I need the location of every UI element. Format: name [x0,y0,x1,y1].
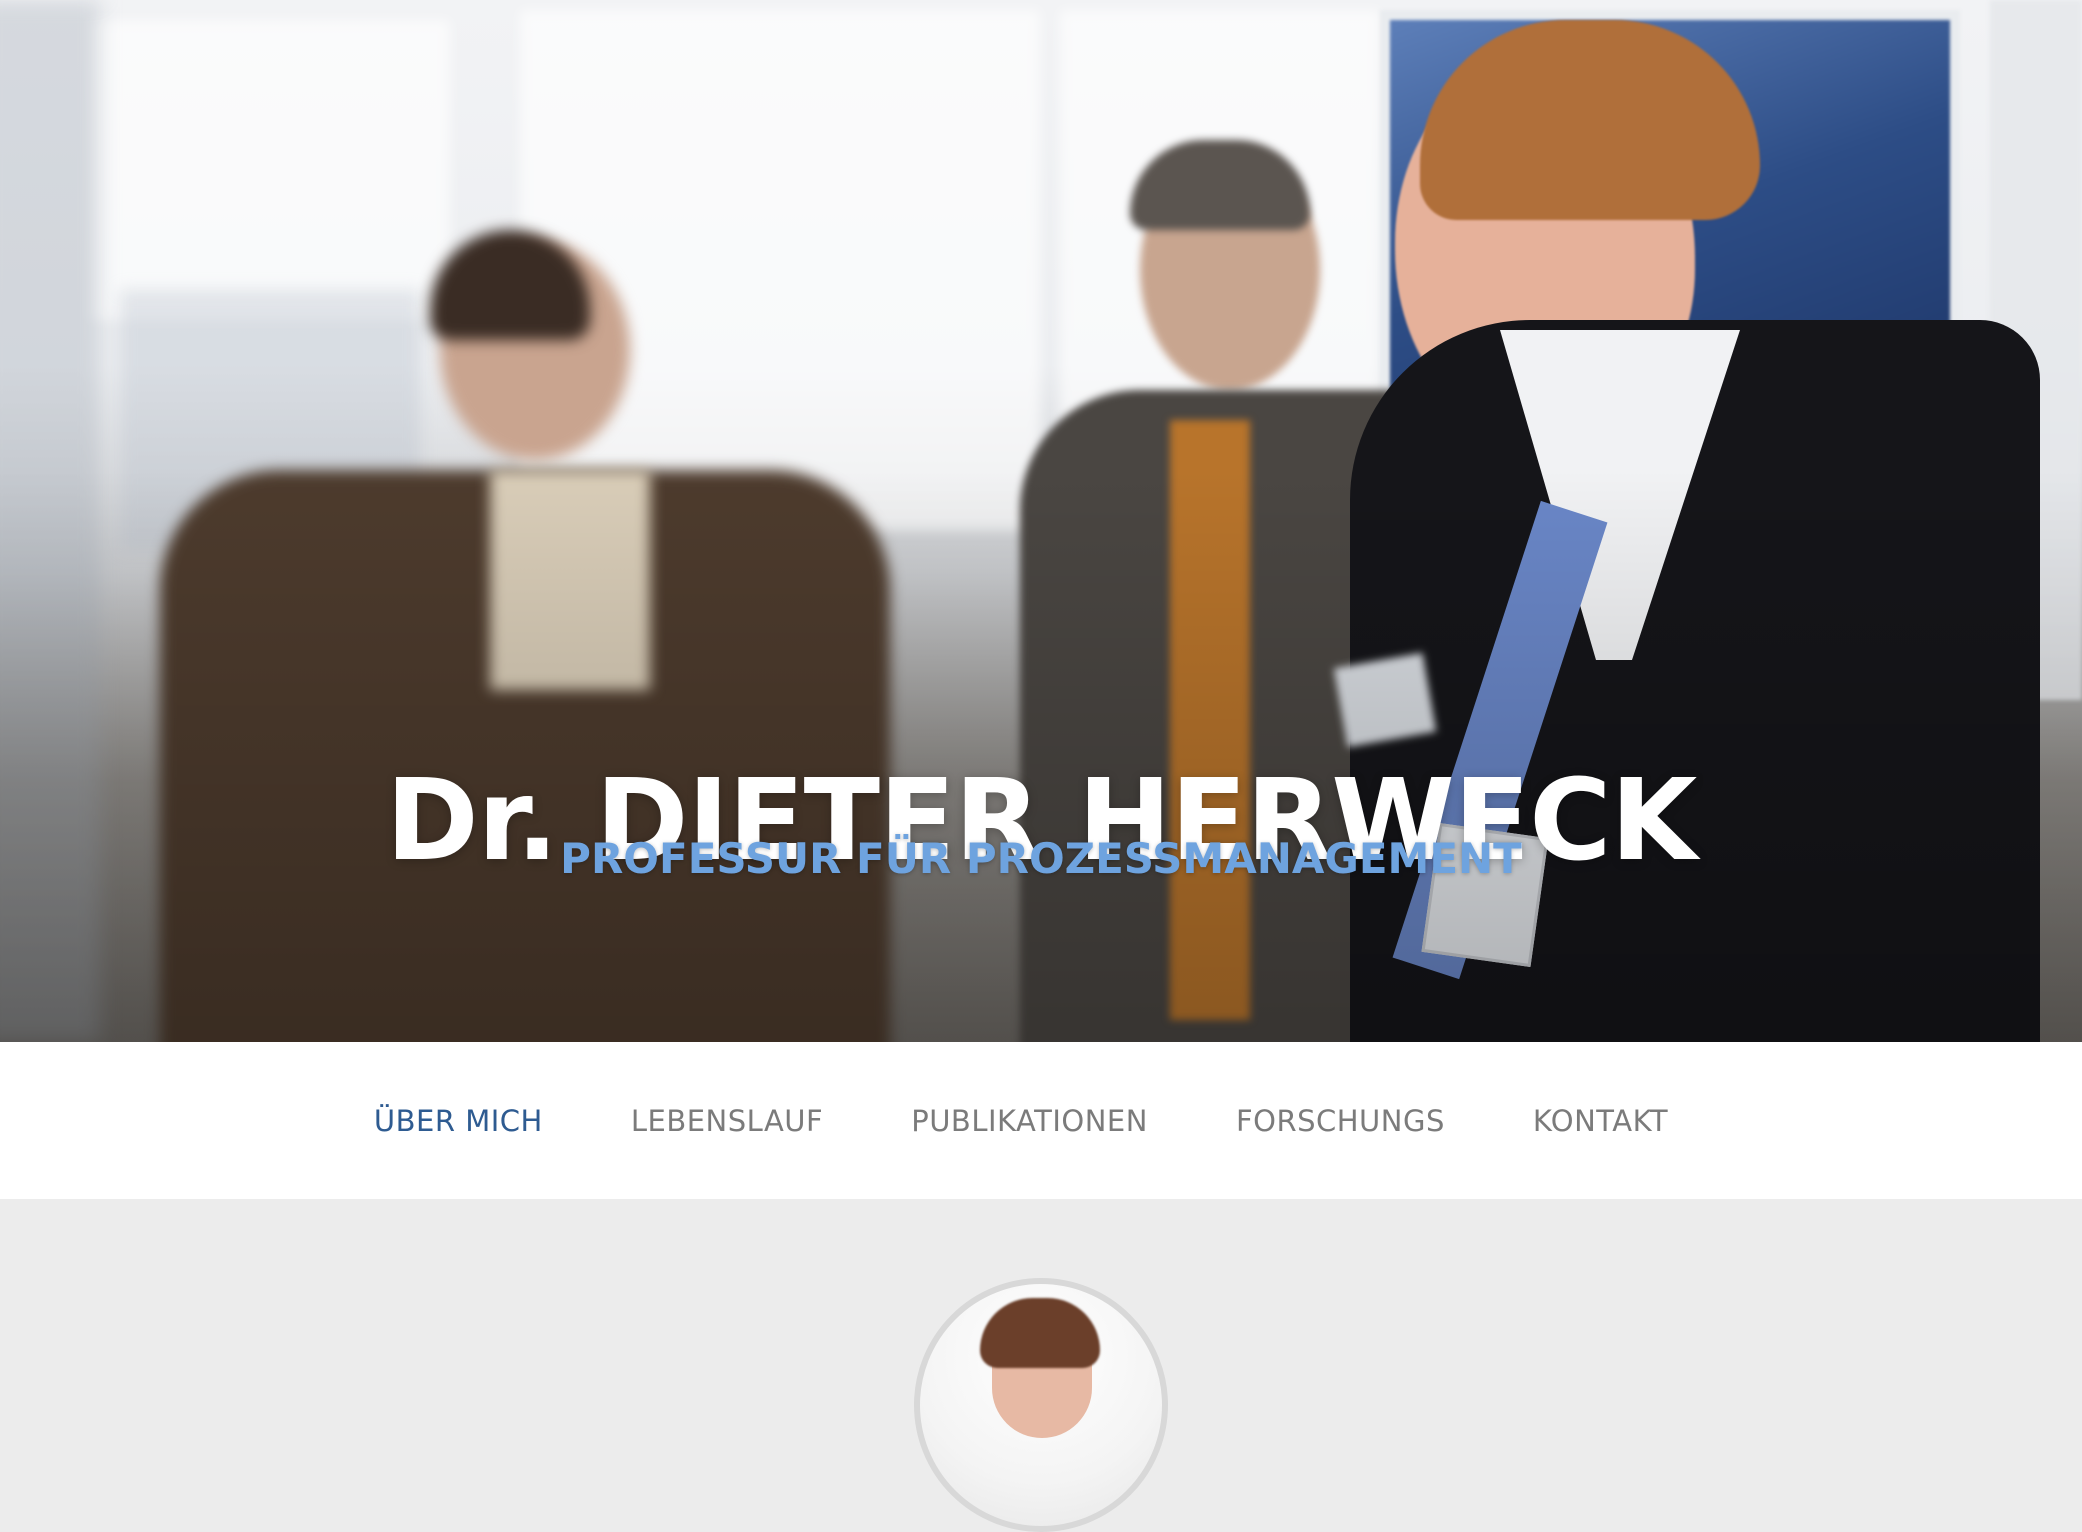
nav-item-kontakt[interactable]: KONTAKT [1533,1104,1668,1138]
nav-item-forschungs[interactable]: FORSCHUNGS [1236,1104,1445,1138]
page-subtitle: PROFESSUR FÜR PROZESSMANAGEMENT [560,834,1522,883]
main-navigation: ÜBER MICH LEBENSLAUF PUBLIKATIONEN FORSC… [0,1042,2082,1199]
hero-banner: Dr. DIETER HERWECK PROFESSUR FÜR PROZESS… [0,0,2082,1042]
profile-avatar [914,1278,1168,1532]
nav-item-ueber-mich[interactable]: ÜBER MICH [374,1104,543,1138]
nav-item-publikationen[interactable]: PUBLIKATIONEN [911,1104,1148,1138]
nav-list: ÜBER MICH LEBENSLAUF PUBLIKATIONEN FORSC… [330,1104,1712,1138]
nav-item-lebenslauf[interactable]: LEBENSLAUF [631,1104,823,1138]
avatar-hair [980,1298,1100,1368]
